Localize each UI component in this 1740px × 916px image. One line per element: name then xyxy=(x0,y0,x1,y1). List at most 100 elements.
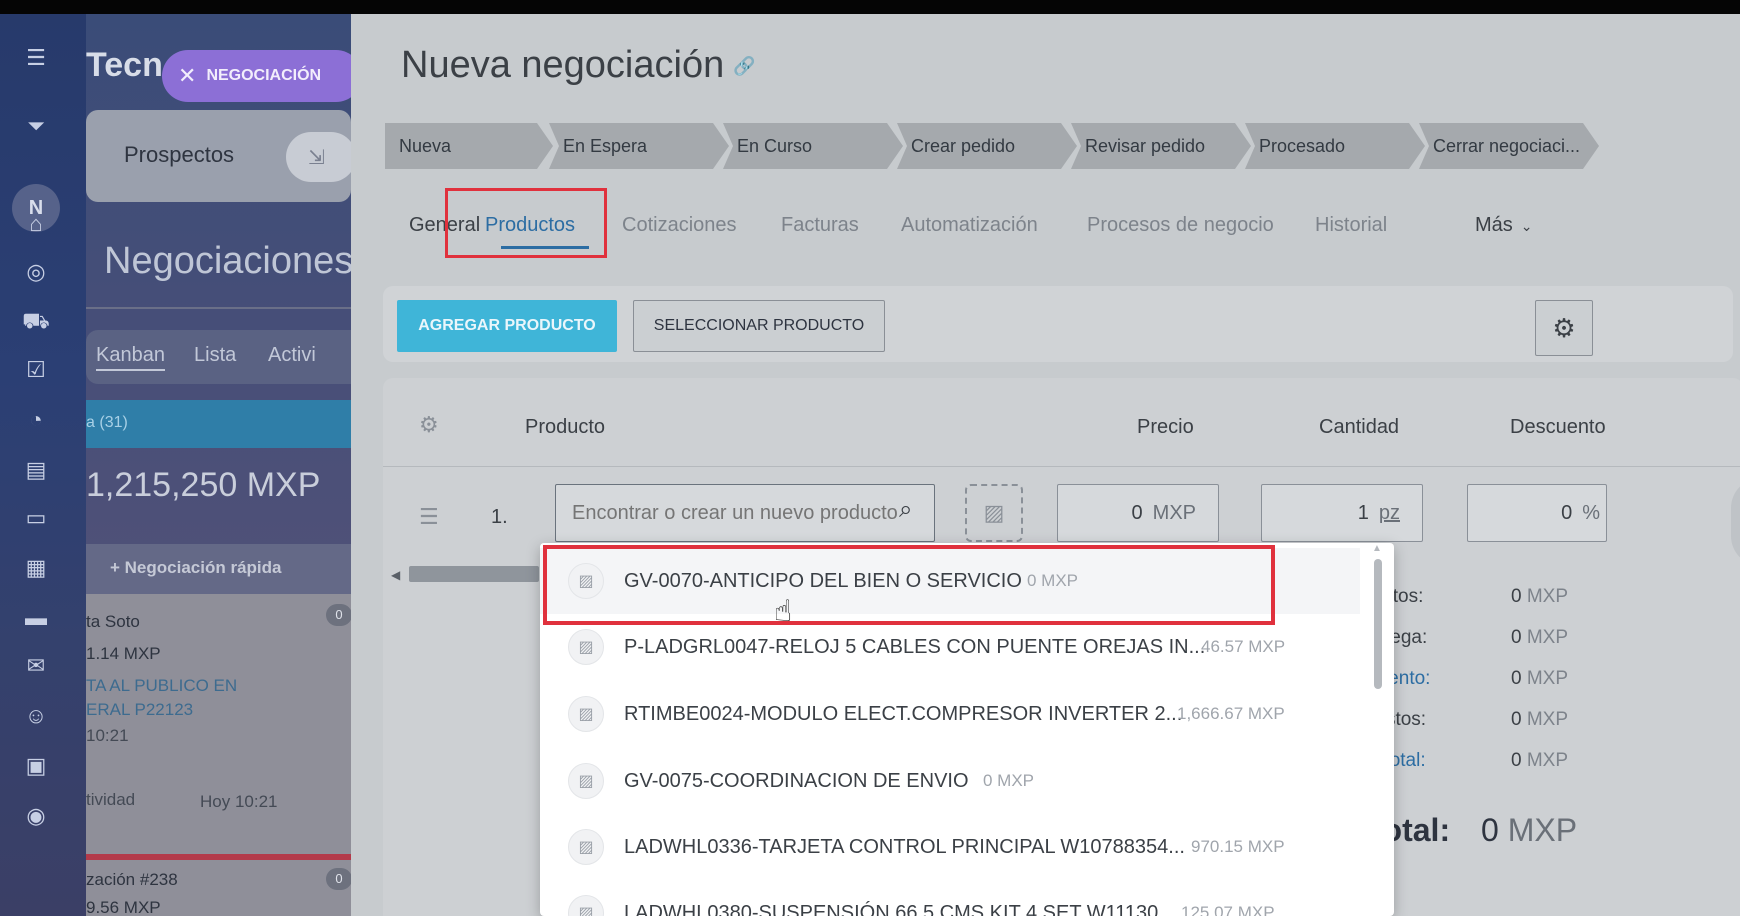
mail-icon[interactable]: ✉ xyxy=(20,650,52,682)
column-settings-icon[interactable]: ⚙ xyxy=(419,412,439,438)
product-option[interactable]: ▨ LADWHL0336-TARJETA CONTROL PRINCIPAL W… xyxy=(540,814,1360,880)
bank-icon[interactable]: ⌂ xyxy=(20,208,52,240)
deal-card-date: Hoy 10:21 xyxy=(200,792,278,811)
product-option-price: 125.07 MXP xyxy=(1181,903,1275,916)
product-option[interactable]: ▨ RTIMBE0024-MODULO ELECT.COMPRESOR INVE… xyxy=(540,681,1360,747)
stage-procesado[interactable]: Procesado xyxy=(1245,123,1425,169)
view-tabs: Kanban Lista Activi xyxy=(86,330,351,384)
product-option-price: 970.15 MXP xyxy=(1191,837,1285,856)
top-black-bar xyxy=(0,0,1740,14)
product-search-input[interactable] xyxy=(555,484,935,542)
price-unit: MXP xyxy=(1152,501,1196,524)
deal-card-badge: 0 xyxy=(326,604,351,626)
quantity-field[interactable]: 1 pz xyxy=(1261,484,1423,542)
tab-more[interactable]: Más ⌄ xyxy=(1475,214,1533,237)
product-option-name: LADWHL0380-SUSPENSIÓN 66.5 CMS KIT 4 SET… xyxy=(624,901,1175,916)
total-value-discount: 0 MXP xyxy=(1511,668,1569,689)
stage-crear-pedido[interactable]: Crear pedido xyxy=(897,123,1077,169)
tab-activities[interactable]: Activi xyxy=(268,344,316,367)
product-option-price: 46.57 MXP xyxy=(1201,637,1286,656)
product-option-price: 0 MXP xyxy=(983,771,1035,790)
total-value-delivery: 0 MXP xyxy=(1511,627,1569,648)
settings-gear-icon[interactable]: ⚙ xyxy=(1535,300,1593,356)
stage-en-curso[interactable]: En Curso xyxy=(723,123,903,169)
tab-procesos[interactable]: Procesos de negocio xyxy=(1087,214,1274,237)
dropdown-scrollbar[interactable] xyxy=(1374,559,1382,689)
product-option-name: GV-0075-COORDINACION DE ENVIO xyxy=(624,769,969,792)
hand-cursor-icon: ☝ xyxy=(774,595,793,628)
total-value-pretax: 0 MXP xyxy=(1511,709,1569,730)
chart-icon[interactable]: ◔ xyxy=(20,404,52,436)
scroll-up-arrow-icon[interactable]: ▲ xyxy=(1372,543,1382,554)
prospects-card[interactable]: Prospectos ⇲ xyxy=(86,110,351,202)
drag-handle-icon[interactable]: ☰ xyxy=(419,504,439,530)
discount-unit: % xyxy=(1582,501,1600,524)
tab-list[interactable]: Lista xyxy=(194,344,236,367)
target-icon[interactable]: ◎ xyxy=(20,256,52,288)
add-product-button[interactable]: AGREGAR PRODUCTO xyxy=(397,300,617,352)
product-option-name: LADWHL0336-TARJETA CONTROL PRINCIPAL W10… xyxy=(624,835,1185,858)
tab-historial[interactable]: Historial xyxy=(1315,214,1387,237)
link-icon[interactable]: 🔗 xyxy=(733,56,755,77)
page-title: Nueva negociación xyxy=(401,44,725,86)
tab-kanban[interactable]: Kanban xyxy=(96,344,165,371)
header-divider xyxy=(383,466,1740,467)
prospects-label: Prospectos xyxy=(124,142,235,167)
tasks-icon[interactable]: ☑ xyxy=(20,354,52,386)
menu-icon[interactable]: ☰ xyxy=(20,42,52,74)
id-card-icon[interactable]: ▣ xyxy=(20,750,52,782)
row-number: 1. xyxy=(491,506,508,528)
grand-total-value: 0 MXP xyxy=(1481,812,1578,848)
product-option-price: 1,666.67 MXP xyxy=(1177,704,1285,723)
product-option[interactable]: ▨ GV-0075-COORDINACION DE ENVIO 0 MXP xyxy=(540,748,1360,814)
scroll-right-button[interactable] xyxy=(1731,478,1740,566)
tab-facturas[interactable]: Facturas xyxy=(781,214,859,237)
left-icon-rail: ☰ ⏷ N ⌂ ◎ ⛟ ☑ ◔ ▤ ▭ ▦ ▬ ✉ ☺ ▣ ◉ xyxy=(0,14,86,916)
deal-card-amount: 1.14 MXP xyxy=(86,644,161,663)
cart-icon[interactable]: ⛟ xyxy=(20,306,52,338)
deal-card-badge: 0 xyxy=(326,868,351,890)
total-value-products: 0 MXP xyxy=(1511,586,1569,607)
stage-label: a xyxy=(86,414,95,431)
stage-cerrar[interactable]: Cerrar negociaci... xyxy=(1419,123,1599,169)
search-icon[interactable]: ⌕ xyxy=(899,496,912,524)
image-icon: ▨ xyxy=(568,763,604,799)
highlight-box-tab xyxy=(445,188,607,258)
stage-en-espera[interactable]: En Espera xyxy=(549,123,729,169)
chevron-down-icon: ⌄ xyxy=(1520,218,1533,234)
scroll-left-arrow-icon[interactable]: ◀ xyxy=(391,568,400,582)
chat-icon[interactable]: ▭ xyxy=(20,502,52,534)
stage-revisar-pedido[interactable]: Revisar pedido xyxy=(1071,123,1251,169)
tab-automatizacion[interactable]: Automatización xyxy=(901,214,1038,237)
horizontal-scrollbar[interactable] xyxy=(409,566,539,582)
filter-icon[interactable]: ⏷ xyxy=(20,110,52,142)
drive-icon[interactable]: ▬ xyxy=(20,602,52,634)
document-icon[interactable]: ▤ xyxy=(20,454,52,486)
header-product: Producto xyxy=(525,416,606,438)
contacts-icon[interactable]: ☺ xyxy=(20,700,52,732)
price-value: 0 xyxy=(1131,501,1143,524)
product-option-name: RTIMBE0024-MODULO ELECT.COMPRESOR INVERT… xyxy=(624,702,1183,725)
negotiation-pill-label: NEGOCIACIÓN xyxy=(206,67,322,84)
deal-card[interactable]: zación #238 9.56 MXP 0 xyxy=(86,860,351,916)
stage-nueva[interactable]: Nueva xyxy=(385,123,553,169)
calendar-icon[interactable]: ▦ xyxy=(20,552,52,584)
discount-value: 0 xyxy=(1561,501,1573,524)
download-icon[interactable]: ⇲ xyxy=(286,132,351,182)
tab-cotizaciones[interactable]: Cotizaciones xyxy=(622,214,737,237)
crm-background: Tecn ✕ NEGOCIACIÓN Prospectos ⇲ Negociac… xyxy=(86,14,351,916)
select-product-button[interactable]: SELECCIONAR PRODUCTO xyxy=(633,300,885,352)
quantity-unit[interactable]: pz xyxy=(1379,502,1400,525)
deal-card-desc-2: ERAL P22123 xyxy=(86,700,194,719)
company-logo: Tecn xyxy=(86,46,163,84)
negotiation-pill[interactable]: ✕ NEGOCIACIÓN xyxy=(162,50,351,102)
image-icon: ▨ xyxy=(568,829,604,865)
product-option[interactable]: ▨ LADWHL0380-SUSPENSIÓN 66.5 CMS KIT 4 S… xyxy=(540,880,1360,916)
price-field[interactable]: 0 MXP xyxy=(1057,484,1219,542)
robot-icon[interactable]: ◉ xyxy=(20,800,52,832)
image-placeholder-icon[interactable]: ▨ xyxy=(965,484,1023,542)
discount-field[interactable]: 0 % xyxy=(1467,484,1607,542)
close-icon[interactable]: ✕ xyxy=(178,63,196,89)
quick-deal-button[interactable]: + Negociación rápida xyxy=(86,544,351,594)
deal-card[interactable]: ta Soto 1.14 MXP TA AL PUBLICO EN ERAL P… xyxy=(86,594,351,864)
